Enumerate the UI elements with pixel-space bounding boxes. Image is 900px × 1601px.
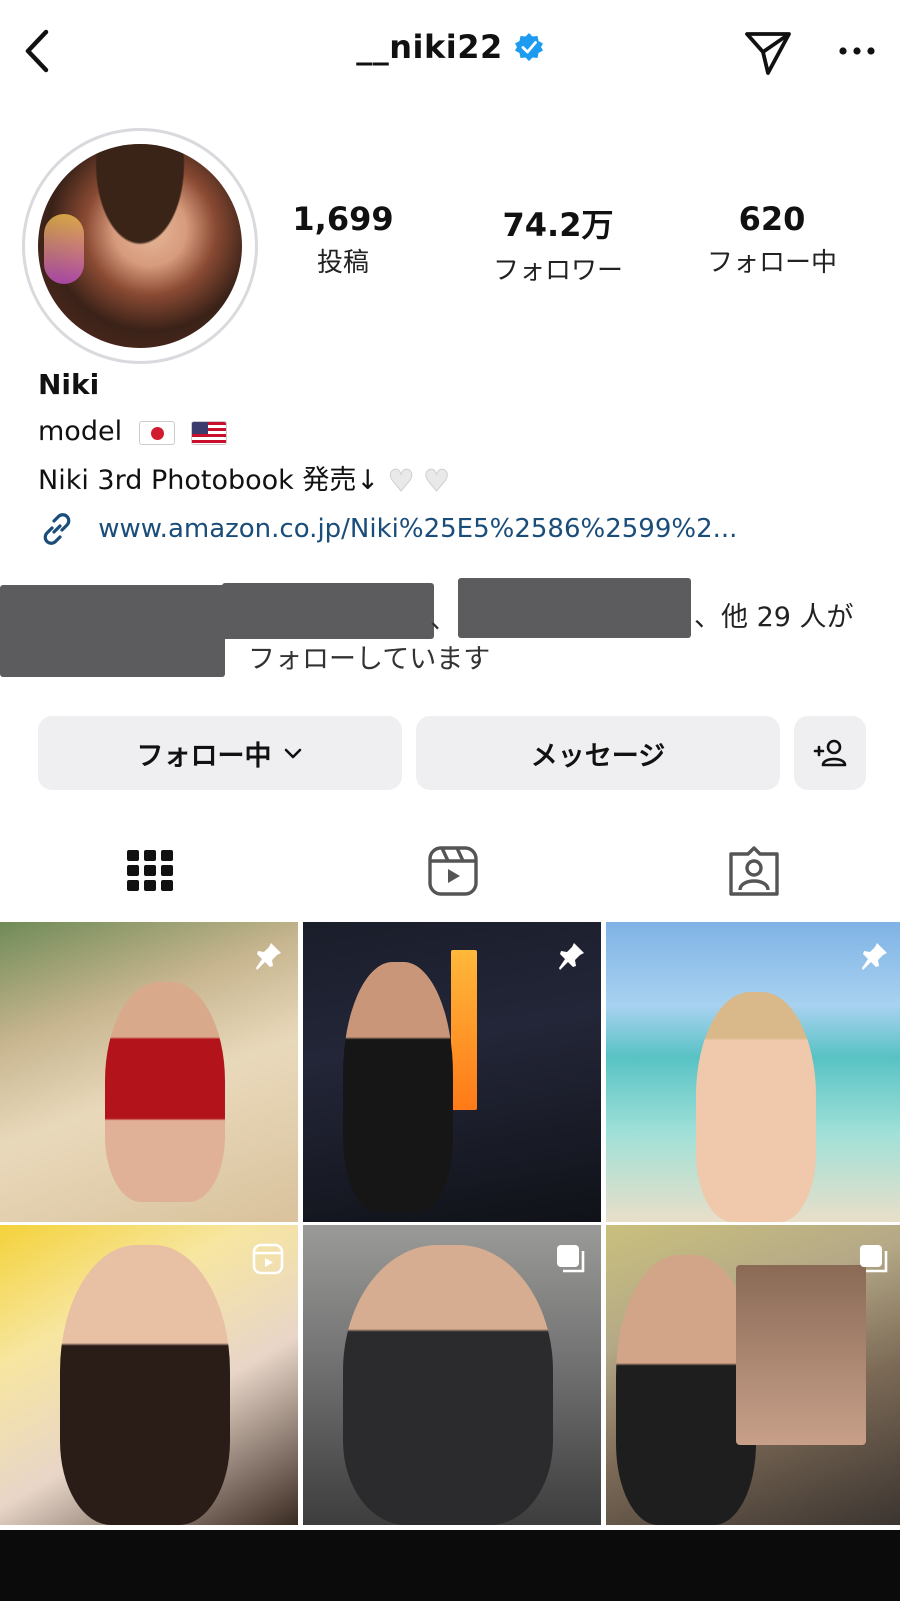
following-value: 620	[738, 200, 806, 238]
followers-label: フォロワー	[492, 256, 623, 286]
followed-by[interactable]: 、 、他 29 人が フォローしています	[0, 575, 900, 685]
post-subject	[736, 1265, 866, 1445]
white-heart-icon: ♥	[423, 464, 451, 500]
tagged-person-icon	[729, 846, 779, 896]
bio-line-2: Niki 3rd Photobook 発売↓ ♥ ♥	[38, 458, 451, 500]
pin-icon	[862, 943, 887, 970]
following-button-label: フォロー中	[136, 740, 272, 772]
grid-icon	[127, 850, 173, 891]
add-person-icon	[813, 739, 847, 767]
post-subject	[451, 950, 477, 1110]
post-subject	[343, 1245, 553, 1525]
top-bar: __niki22	[0, 0, 900, 105]
chevron-down-icon	[284, 748, 301, 759]
bio-link[interactable]: www.amazon.co.jp/Niki%25E5%2586%2599%2..…	[38, 510, 737, 548]
followed-by-text: フォローしています	[248, 644, 491, 675]
pin-icon	[559, 943, 584, 970]
more-dots-icon	[839, 47, 875, 55]
pin-icon	[256, 943, 281, 970]
verified-badge-icon	[514, 33, 543, 61]
post-thumbnail[interactable]	[303, 922, 601, 1222]
paper-plane-icon	[745, 32, 791, 75]
following-button[interactable]: フォロー中	[38, 716, 402, 790]
post-subject	[616, 1255, 756, 1525]
post-thumbnail[interactable]	[606, 1225, 900, 1525]
japan-flag-icon	[138, 420, 175, 445]
display-name: Niki	[38, 368, 100, 401]
posts-value: 1,699	[292, 200, 394, 238]
post-subject	[696, 992, 816, 1222]
post-thumbnail[interactable]	[0, 922, 298, 1222]
avatar-background	[44, 214, 84, 284]
followers-count[interactable]: 74.2万 フォロワー	[478, 200, 638, 287]
following-label: フォロー中	[706, 248, 837, 278]
send-message-button[interactable]	[742, 26, 794, 78]
bio-line-1: model	[38, 416, 228, 447]
message-button-label: メッセージ	[530, 740, 666, 772]
post-thumbnail[interactable]	[0, 1225, 298, 1525]
post-thumbnail[interactable]	[303, 1225, 601, 1525]
link-icon	[43, 513, 71, 545]
username: __niki22	[356, 28, 503, 66]
reel-icon	[252, 1243, 284, 1275]
reels-icon	[428, 846, 478, 896]
followers-value: 74.2万	[502, 206, 614, 244]
bottom-navigation-bar	[0, 1530, 900, 1601]
followed-by-separator: 、	[430, 605, 457, 635]
post-grid	[0, 922, 900, 1526]
message-button[interactable]: メッセージ	[416, 716, 780, 790]
white-heart-icon: ♥	[387, 464, 415, 500]
bio-line-2-text: Niki 3rd Photobook 発売↓	[38, 465, 379, 496]
tab-posts-grid[interactable]	[120, 840, 180, 902]
followed-by-count: 、他 29 人が	[694, 602, 854, 633]
carousel-icon	[860, 1245, 888, 1273]
redacted-username	[458, 578, 691, 638]
post-thumbnail[interactable]	[606, 922, 900, 1222]
suggested-users-button[interactable]	[794, 716, 866, 790]
avatar[interactable]	[38, 144, 242, 348]
post-subject	[105, 982, 225, 1202]
bio-link-text: www.amazon.co.jp/Niki%25E5%2586%2599%2..…	[98, 514, 738, 544]
more-options-button[interactable]	[835, 36, 879, 66]
redacted-username	[222, 583, 434, 639]
post-subject	[60, 1245, 230, 1525]
post-subject	[343, 962, 453, 1212]
bio-line-1-text: model	[38, 416, 123, 447]
tab-reels[interactable]	[420, 840, 486, 902]
following-count[interactable]: 620 フォロー中	[692, 200, 852, 279]
posts-count[interactable]: 1,699 投稿	[288, 200, 398, 279]
usa-flag-icon	[191, 420, 228, 445]
redacted-avatars	[0, 585, 225, 677]
tab-tagged[interactable]	[722, 840, 786, 902]
carousel-icon	[557, 1245, 585, 1273]
posts-label: 投稿	[316, 248, 369, 278]
